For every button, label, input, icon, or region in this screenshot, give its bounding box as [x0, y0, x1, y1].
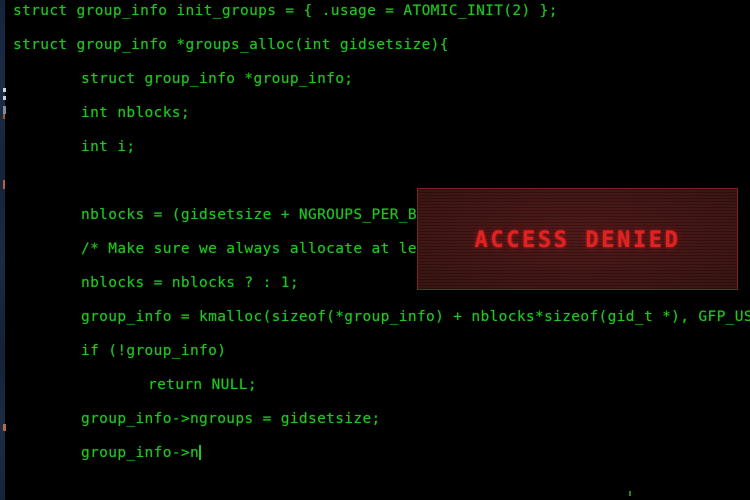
code-line: /* Make sure we always allocate at least… — [81, 241, 417, 257]
code-line: nblocks = (gidsetsize + NGROUPS_PER_BLOC… — [81, 207, 417, 223]
edge-artifact — [3, 114, 5, 119]
edge-artifact — [3, 96, 6, 100]
edge-artifact — [3, 424, 6, 431]
screen: struct group_info init_groups = { .usage… — [0, 0, 750, 500]
active-code-line[interactable]: group_info->n — [81, 444, 202, 462]
access-denied-overlay: ACCESS DENIED — [417, 188, 738, 290]
code-line: if (!group_info) — [81, 343, 227, 359]
code-line: group_info->ngroups = gidsetsize; — [81, 411, 381, 427]
edge-artifact — [3, 106, 6, 114]
text-cursor — [199, 445, 202, 460]
code-line: group_info = kmalloc(sizeof(*group_info)… — [81, 309, 750, 325]
active-line-text: group_info->n — [81, 445, 200, 461]
access-denied-message: ACCESS DENIED — [474, 227, 681, 253]
code-line: return NULL; — [148, 377, 257, 393]
screen-artifact — [629, 491, 631, 496]
code-line: nblocks = nblocks ? : 1; — [81, 275, 299, 291]
edge-artifact — [3, 180, 5, 189]
edge-artifact — [3, 88, 6, 92]
